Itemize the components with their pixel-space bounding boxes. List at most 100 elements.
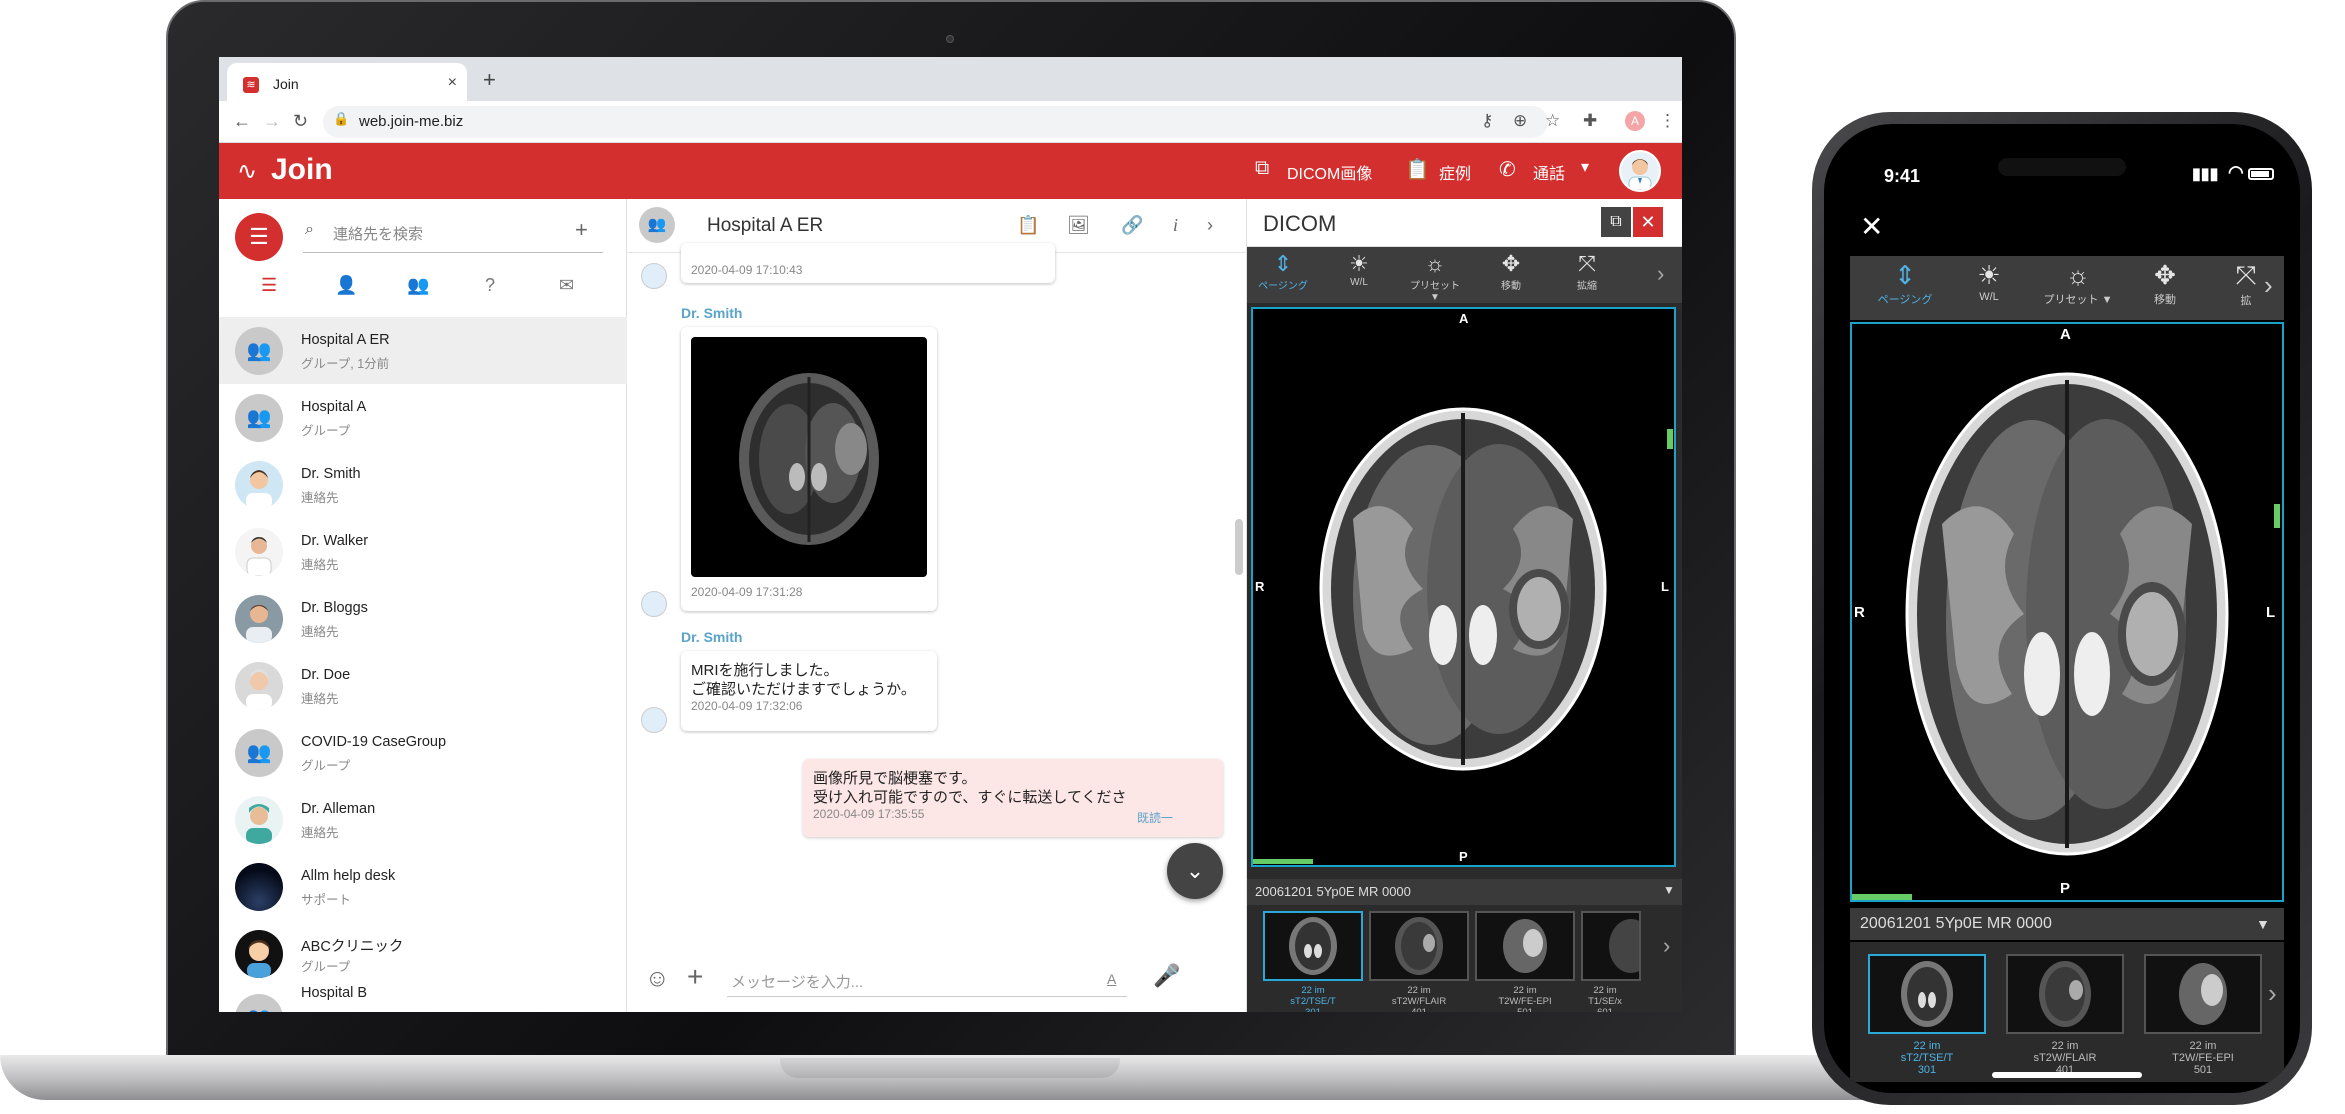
chevron-right-icon[interactable]: › [2264, 270, 2273, 301]
sender-avatar [641, 707, 667, 733]
address-bar[interactable]: web.join-me.biz [323, 106, 1548, 138]
tool-zoom[interactable]: ⤧ 拡縮 [1557, 251, 1617, 292]
filter-mail-icon[interactable]: ✉ [559, 275, 574, 296]
forward-arrow-icon[interactable]: → [263, 111, 281, 132]
contact-item[interactable]: Dr. Walker 連絡先 [219, 518, 627, 585]
filter-help-icon[interactable]: ? [485, 275, 495, 296]
clipboard-icon[interactable]: 📋 [1017, 215, 1039, 236]
series-thumbnail[interactable] [1369, 911, 1469, 981]
emoji-icon[interactable]: ☺ [645, 965, 670, 993]
user-avatar[interactable] [1619, 150, 1661, 192]
microphone-icon[interactable]: 🎤 [1153, 963, 1180, 989]
call-dropdown-icon[interactable]: ▾ [1581, 157, 1589, 177]
contact-item[interactable]: Allm help desk サポート [219, 853, 627, 920]
add-contact-button[interactable]: + [575, 217, 588, 243]
contact-item[interactable]: 👥 Hospital A ER グループ, 1分前 [219, 317, 627, 384]
app-logo[interactable]: Join [271, 153, 333, 187]
doctor-avatar [235, 796, 283, 844]
tool-window-level[interactable]: ☀ W/L [1954, 260, 2024, 303]
message-input[interactable]: メッセージを入力... [727, 963, 1127, 997]
back-arrow-icon[interactable]: ← [233, 111, 251, 132]
phone-series-thumbnails: › 22 im sT2/TSE/T 301 22 im sT2W/FLAIR 401 2… [1850, 942, 2284, 1082]
reload-icon[interactable]: ↻ [293, 111, 308, 132]
close-icon[interactable]: ✕ [1860, 210, 1883, 243]
list-menu-button[interactable]: ☰ [235, 213, 283, 261]
dropdown-icon[interactable]: ▼ [2256, 916, 2270, 932]
contact-item[interactable]: 👥 Hospital B [219, 967, 627, 1012]
message-bubble[interactable]: MRIを施行しました。 ご確認いただけますでしょうか。 2020-04-09 1… [681, 651, 937, 731]
scroll-down-button[interactable]: ⌄ [1167, 843, 1223, 899]
clipboard-icon[interactable]: 📋 [1405, 157, 1430, 182]
contact-name: Hospital A ER [301, 332, 390, 348]
thumbnail-label: 22 imsT2W/FLAIR401 [2033, 1040, 2097, 1076]
contact-item[interactable]: Dr. Bloggs 連絡先 [219, 585, 627, 652]
tool-paging[interactable]: ⇕ ページング [1870, 260, 1940, 307]
install-icon[interactable]: ⊕ [1513, 111, 1527, 131]
message-bubble[interactable]: 2020-04-09 17:10:43 [681, 243, 1055, 283]
phone-series-selector[interactable]: 20061201 5Yp0E MR 0000 ▼ [1850, 908, 2284, 940]
filter-list-icon[interactable]: ☰ [261, 275, 277, 296]
sender-avatar [641, 263, 667, 289]
case-button[interactable]: 症例 [1439, 160, 1471, 184]
attach-plus-icon[interactable]: + [687, 961, 703, 993]
tool-preset[interactable]: ☼ プリセット ▼ [1405, 251, 1465, 303]
contact-item[interactable]: Dr. Doe 連絡先 [219, 652, 627, 719]
browser-tab[interactable]: ≋ Join × [227, 63, 467, 101]
zoom-icon: ⤧ [2235, 260, 2257, 290]
message-time: 2020-04-09 17:31:28 [691, 585, 803, 599]
close-icon[interactable]: ✕ [1633, 207, 1663, 237]
contact-search-input[interactable]: 連絡先を検索 [303, 213, 603, 253]
series-thumbnail[interactable] [1868, 954, 1986, 1034]
link-icon[interactable]: 🔗 [1121, 215, 1143, 236]
phone-icon[interactable]: ✆ [1499, 157, 1516, 182]
key-icon[interactable]: ⚷ [1481, 111, 1493, 131]
series-selector[interactable]: 20061201 5Yp0E MR 0000 ▼ [1247, 879, 1682, 905]
series-thumbnail[interactable] [2144, 954, 2262, 1034]
browser-tab-title: Join [273, 76, 299, 92]
new-tab-button[interactable]: + [483, 67, 496, 93]
phone-screen: 9:41 ▮▮▮ ◠ ✕ ⇕ ページング ☀ W/L ☼ プリセット ▼ ✥ 移動 ⤧ 拡… [1824, 124, 2300, 1093]
popout-icon[interactable]: ⧉ [1601, 207, 1631, 237]
contact-item[interactable]: 👥 COVID-19 CaseGroup グループ [219, 719, 627, 786]
dicom-viewport[interactable]: A P R L [1251, 307, 1676, 867]
dropdown-icon[interactable]: ▼ [1663, 883, 1675, 897]
series-thumbnail[interactable] [1475, 911, 1575, 981]
profile-avatar[interactable]: A [1625, 111, 1645, 131]
extensions-icon[interactable]: ✚ [1583, 111, 1597, 131]
home-indicator[interactable] [1992, 1072, 2142, 1078]
menu-dots-icon[interactable]: ⋮ [1659, 111, 1676, 131]
chevron-right-icon[interactable]: › [1663, 933, 1670, 959]
contact-item[interactable]: Dr. Smith 連絡先 [219, 451, 627, 518]
dicom-button[interactable]: DICOM画像 [1287, 160, 1372, 184]
mri-thumbnail-image[interactable] [691, 337, 927, 577]
bookmark-star-icon[interactable]: ☆ [1545, 111, 1560, 131]
orientation-right: L [1661, 579, 1669, 594]
contact-sub: グループ [301, 759, 351, 773]
phone-dicom-viewport[interactable]: A P R L [1850, 322, 2284, 902]
chevron-right-icon[interactable]: › [2268, 978, 2277, 1009]
chevron-right-icon[interactable]: › [1207, 215, 1213, 236]
series-thumbnail[interactable] [1263, 911, 1363, 981]
tool-zoom[interactable]: ⤧ 拡 [2226, 260, 2266, 308]
tab-close-icon[interactable]: × [448, 74, 457, 92]
series-thumbnail[interactable] [1581, 911, 1641, 981]
tool-paging[interactable]: ⇕ ページング [1253, 251, 1313, 292]
chat-scrollbar[interactable] [1235, 519, 1243, 575]
tool-move[interactable]: ✥ 移動 [2130, 260, 2200, 307]
contact-item[interactable]: 👥 Hospital A グループ [219, 384, 627, 451]
tool-move[interactable]: ✥ 移動 [1481, 251, 1541, 292]
image-gallery-icon[interactable]: 🖼 [1067, 215, 1090, 236]
dicom-image-icon[interactable]: ⧉ [1255, 157, 1269, 180]
chevron-right-icon[interactable]: › [1657, 261, 1664, 287]
image-message-bubble[interactable]: 2020-04-09 17:31:28 [681, 327, 937, 611]
call-button[interactable]: 通話 [1533, 160, 1565, 184]
info-icon[interactable]: i [1173, 215, 1178, 236]
text-format-icon[interactable]: A [1107, 971, 1116, 987]
contact-item[interactable]: Dr. Alleman 連絡先 [219, 786, 627, 853]
series-thumbnail[interactable] [2006, 954, 2124, 1034]
filter-person-icon[interactable]: 👤 [335, 275, 357, 296]
tool-window-level[interactable]: ☀ W/L [1329, 251, 1389, 288]
my-message-bubble[interactable]: 画像所見で脳梗塞です。 受け入れ可能ですので、すぐに転送してくださ 2020-0… [803, 759, 1223, 837]
filter-group-icon[interactable]: 👥 [407, 275, 429, 296]
tool-preset[interactable]: ☼ プリセット ▼ [2038, 260, 2118, 307]
